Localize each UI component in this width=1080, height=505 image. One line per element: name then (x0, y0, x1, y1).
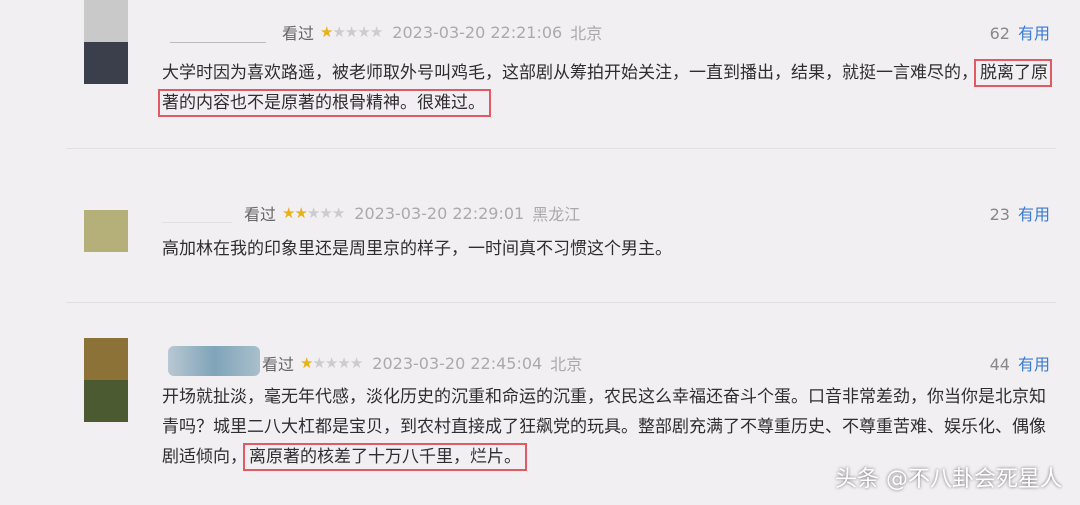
review-meta: 看过 ★ ★ ★ ★ ★ 2023-03-20 22:21:06 北京 (282, 20, 602, 44)
avatar[interactable] (84, 210, 128, 252)
divider (66, 148, 1056, 149)
highlighted-text: 离原著的核差了十万八千里，烂片。 (243, 443, 527, 471)
rating-stars: ★ ★ ★ ★ ★ (320, 23, 383, 41)
star-icon: ★ (306, 204, 320, 222)
star-icon: ★ (320, 23, 333, 41)
rating-stars: ★ ★ ★ ★ ★ (300, 354, 363, 372)
review-text: 大学时因为喜欢路遥，被老师取外号叫鸡毛，这部剧从筹拍开始关注，一直到播出，结果，… (158, 58, 1062, 118)
star-icon: ★ (369, 23, 383, 41)
review-1: 看过 ★ ★ ★ ★ ★ 2023-03-20 22:21:06 北京 62 有用 大学时… (0, 0, 1080, 140)
review-meta: 看过 ★ ★ ★ ★ ★ 2023-03-20 22:45:04 北京 (262, 351, 582, 375)
status-label: 看过 (244, 205, 277, 224)
review-text: 开场就扯淡，毫无年代感，淡化历史的沉重和命运的沉重，农民这么幸福还奋斗个蛋。口音… (162, 382, 1062, 472)
star-icon: ★ (319, 204, 332, 222)
avatar[interactable] (84, 0, 128, 84)
star-icon: ★ (294, 204, 307, 222)
status-label: 看过 (282, 24, 315, 43)
star-icon: ★ (357, 23, 370, 41)
review-text: 高加林在我的印象里还是周里京的样子，一时间真不习惯这个男主。 (162, 234, 1062, 264)
vote-count: 62 有用 (990, 20, 1050, 44)
avatar[interactable] (84, 338, 128, 422)
star-icon: ★ (332, 23, 345, 41)
star-icon: ★ (349, 354, 363, 372)
username[interactable] (168, 346, 260, 376)
star-icon: ★ (344, 23, 358, 41)
review-2: 看过 ★ ★ ★ ★ ★ 2023-03-20 22:29:01 黑龙江 23 有用 高加… (0, 190, 1080, 290)
vote-number: 23 (989, 205, 1010, 224)
star-icon: ★ (324, 354, 338, 372)
review-meta: 看过 ★ ★ ★ ★ ★ 2023-03-20 22:29:01 黑龙江 (244, 201, 580, 225)
username[interactable] (162, 222, 232, 223)
rating-stars: ★ ★ ★ ★ ★ (282, 204, 345, 222)
star-icon: ★ (312, 354, 325, 372)
useful-button[interactable]: 有用 (1018, 24, 1050, 43)
vote-number: 62 (989, 24, 1010, 43)
useful-button[interactable]: 有用 (1018, 355, 1050, 374)
star-icon: ★ (331, 204, 345, 222)
location: 北京 (570, 24, 603, 43)
vote-count: 23 有用 (990, 201, 1050, 225)
location: 北京 (550, 355, 583, 374)
star-icon: ★ (337, 354, 350, 372)
useful-button[interactable]: 有用 (1018, 205, 1050, 224)
star-icon: ★ (282, 204, 295, 222)
username[interactable] (170, 42, 266, 43)
timestamp: 2023-03-20 22:45:04 (372, 353, 543, 373)
review-text-plain: 大学时因为喜欢路遥，被老师取外号叫鸡毛，这部剧从筹拍开始关注，一直到播出，结果，… (162, 63, 978, 83)
timestamp: 2023-03-20 22:21:06 (392, 22, 563, 42)
divider (66, 302, 1056, 303)
vote-number: 44 (989, 355, 1010, 374)
watermark: 头条 @不八卦会死星人 (835, 467, 1062, 492)
star-icon: ★ (300, 354, 313, 372)
timestamp: 2023-03-20 22:29:01 (354, 203, 525, 223)
review-text-plain: 高加林在我的印象里还是周里京的样子，一时间真不习惯这个男主。 (162, 239, 672, 259)
status-label: 看过 (262, 355, 295, 374)
vote-count: 44 有用 (990, 351, 1050, 375)
location: 黑龙江 (532, 205, 581, 224)
